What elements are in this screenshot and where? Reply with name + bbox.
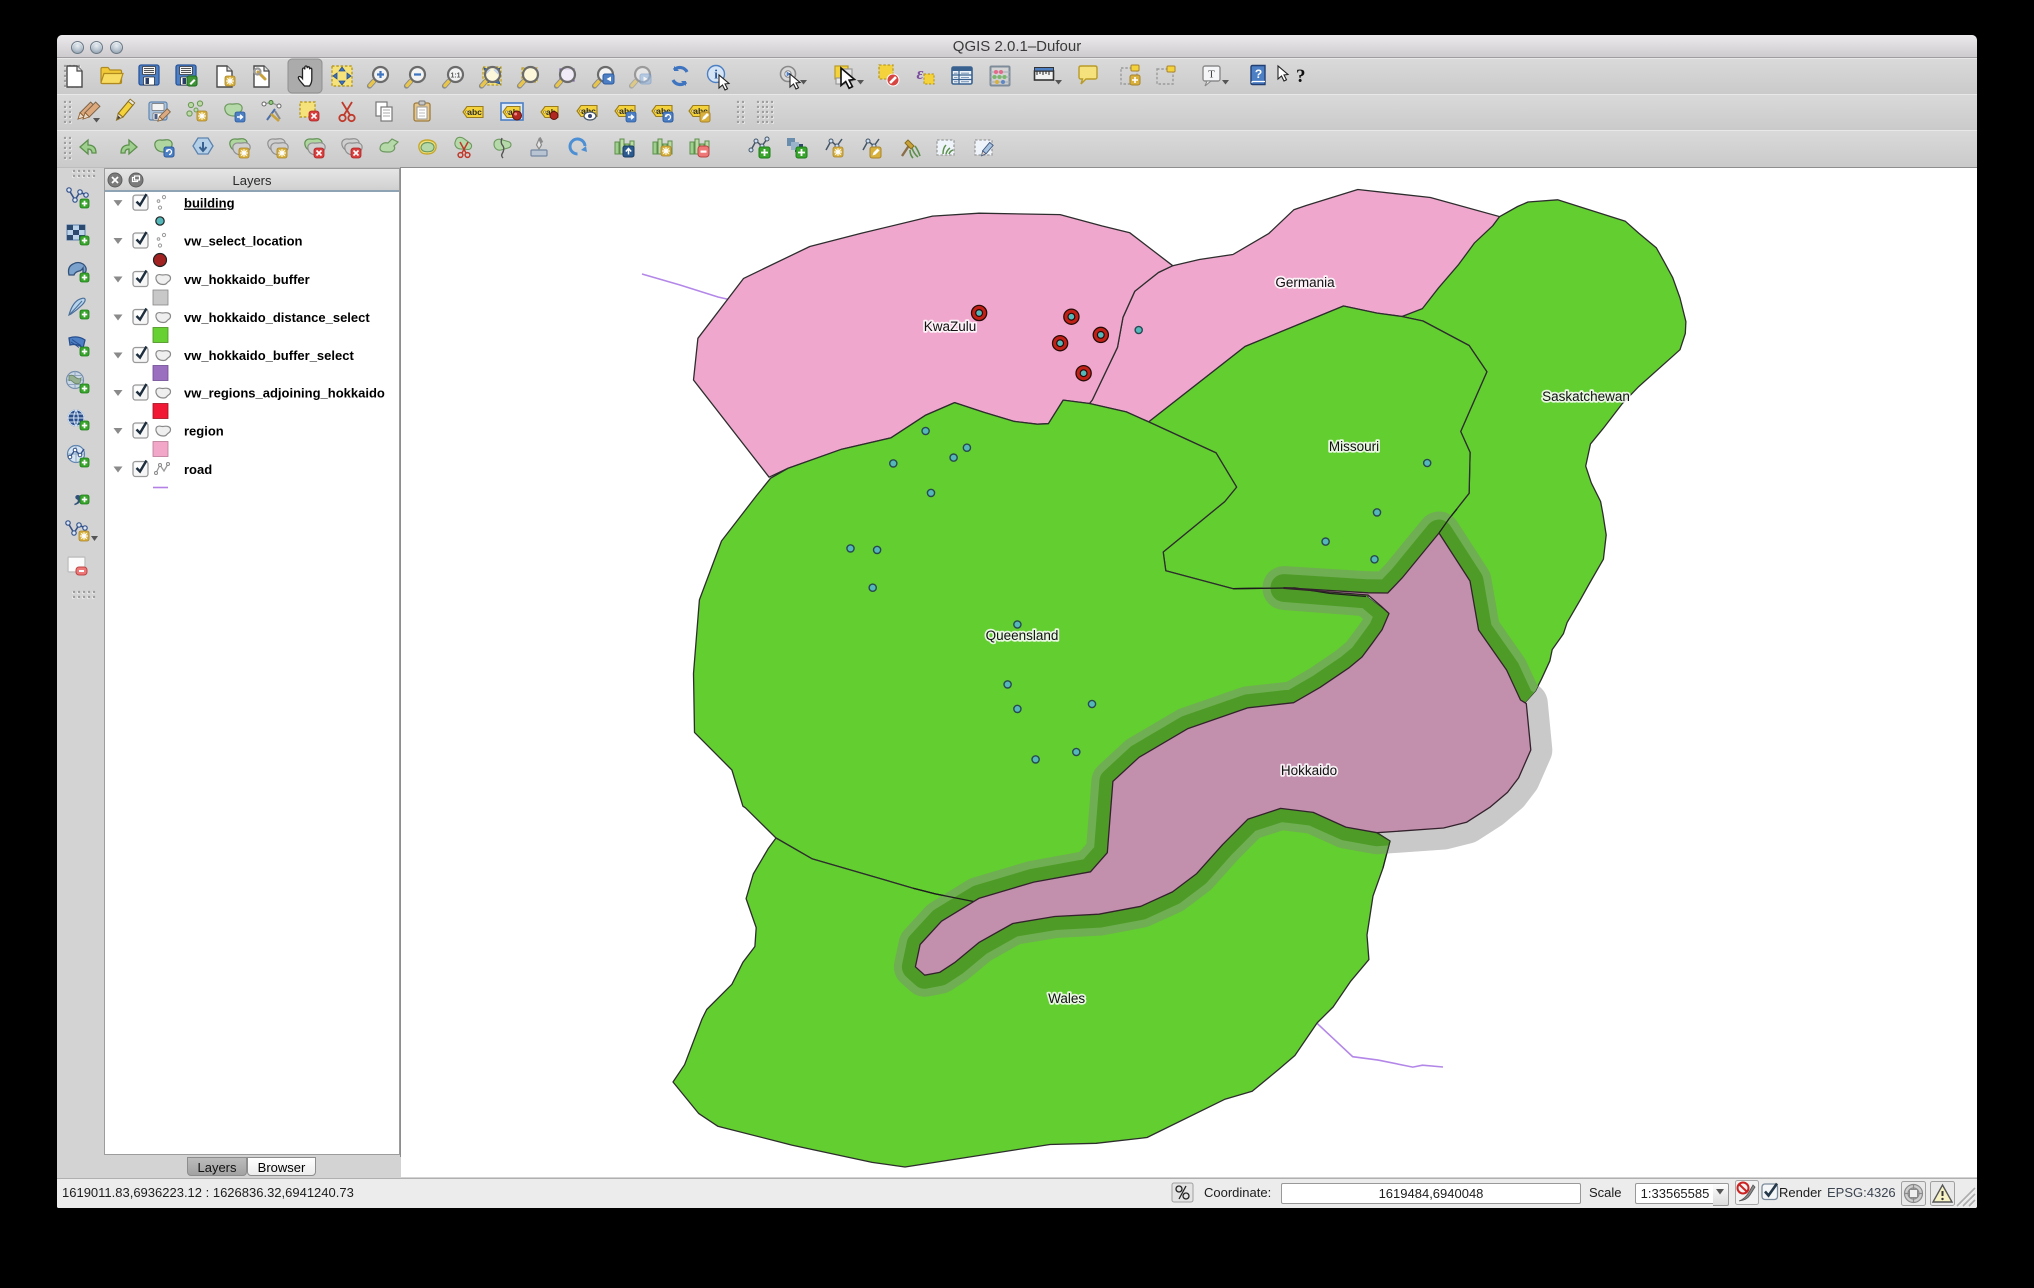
svg-text:vw_regions_adjoining_hokkaido: vw_regions_adjoining_hokkaido — [184, 386, 385, 401]
svg-text:vw_hokkaido_distance_select: vw_hokkaido_distance_select — [184, 310, 370, 325]
svg-text:?: ? — [1255, 67, 1262, 81]
svg-text:T: T — [1208, 69, 1215, 81]
svg-text:road: road — [184, 462, 212, 477]
svg-text:Saskatchewan: Saskatchewan — [1542, 389, 1630, 404]
svg-text:1:1: 1:1 — [450, 73, 460, 80]
svg-text:Wales: Wales — [1048, 991, 1085, 1006]
svg-text:region: region — [184, 424, 224, 439]
svg-text:vw_hokkaido_buffer_select: vw_hokkaido_buffer_select — [184, 348, 354, 363]
svg-text:vw_select_location: vw_select_location — [184, 234, 303, 249]
svg-text:?: ? — [1296, 66, 1306, 87]
svg-text:ε: ε — [917, 64, 924, 83]
svg-text:KwaZulu: KwaZulu — [924, 319, 977, 334]
svg-text:Missouri: Missouri — [1329, 439, 1379, 454]
svg-text:Queensland: Queensland — [986, 628, 1059, 643]
svg-text:building: building — [184, 196, 235, 211]
svg-text:i: i — [714, 67, 718, 82]
svg-text:Hokkaido: Hokkaido — [1281, 763, 1337, 778]
svg-text:Germania: Germania — [1275, 275, 1335, 290]
svg-text:vw_hokkaido_buffer: vw_hokkaido_buffer — [184, 272, 310, 287]
